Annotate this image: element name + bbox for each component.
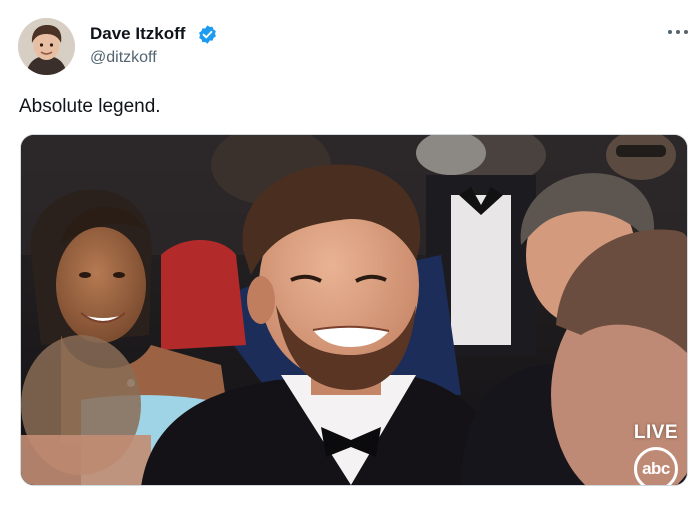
display-name[interactable]: Dave Itzkoff — [90, 24, 185, 44]
verified-badge-icon — [199, 25, 216, 44]
tweet-card: Dave Itzkoff @ditzkoff Absolute legend. — [0, 0, 700, 507]
more-options-icon[interactable] — [668, 26, 688, 38]
user-handle[interactable]: @ditzkoff — [90, 48, 157, 68]
live-broadcast-bug: LIVE abc — [629, 422, 683, 485]
abc-logo-icon: abc — [634, 447, 678, 485]
avatar[interactable] — [18, 18, 75, 75]
tweet-photo[interactable]: LIVE abc — [20, 134, 688, 486]
photo-image — [21, 135, 687, 485]
avatar-image — [18, 18, 75, 75]
tweet-text: Absolute legend. — [19, 96, 161, 117]
live-label: LIVE — [633, 422, 679, 443]
